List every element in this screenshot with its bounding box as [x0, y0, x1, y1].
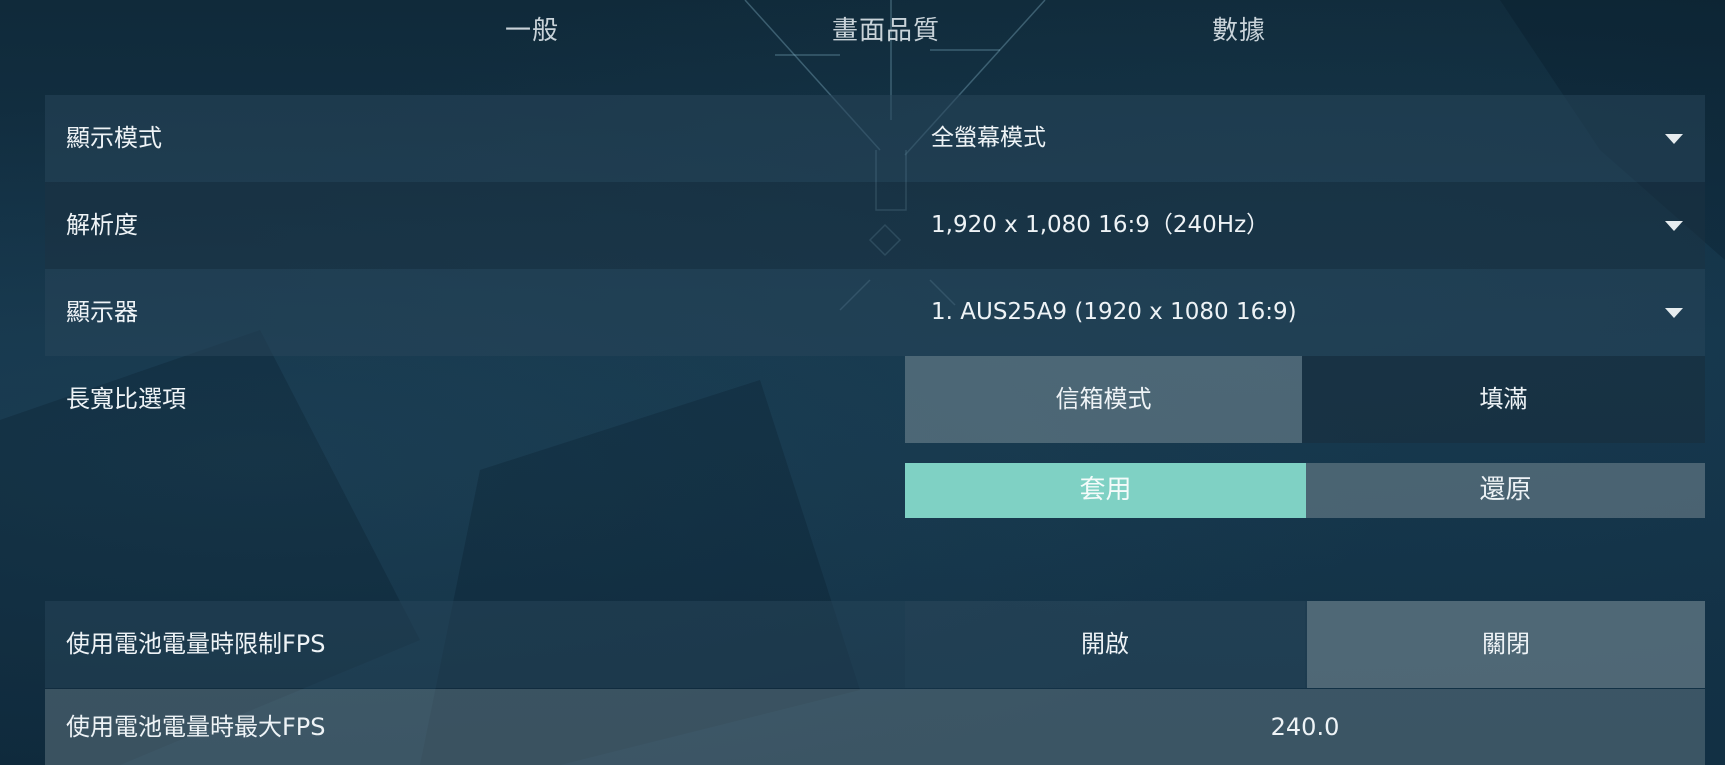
limit-fps-battery-label: 使用電池電量時限制FPS	[66, 630, 326, 658]
max-fps-battery-value[interactable]: 240.0	[905, 689, 1705, 765]
limit-fps-off-button[interactable]: 關閉	[1307, 601, 1705, 688]
aspect-ratio-row: 長寬比選項 信箱模式 填滿	[45, 356, 1705, 443]
caret-down-icon	[1665, 308, 1683, 318]
max-fps-battery-label: 使用電池電量時最大FPS	[66, 713, 326, 741]
display-mode-value: 全螢幕模式	[931, 125, 1046, 151]
display-mode-label: 顯示模式	[66, 124, 162, 152]
monitor-value: 1. AUS25A9 (1920 x 1080 16:9)	[931, 299, 1297, 325]
monitor-label: 顯示器	[66, 298, 138, 326]
limit-fps-battery-row: 使用電池電量時限制FPS 開啟 關閉	[45, 601, 1705, 688]
aspect-letterbox-button[interactable]: 信箱模式	[905, 356, 1302, 443]
tab-video-quality[interactable]: 畫面品質	[832, 10, 940, 47]
settings-tabs: 一般 畫面品質 數據	[0, 0, 1725, 70]
limit-fps-on-button[interactable]: 開啟	[905, 601, 1305, 688]
display-mode-row: 顯示模式 全螢幕模式	[45, 95, 1705, 182]
tab-general[interactable]: 一般	[505, 10, 559, 47]
monitor-dropdown[interactable]: 1. AUS25A9 (1920 x 1080 16:9)	[905, 269, 1705, 356]
apply-button[interactable]: 套用	[905, 463, 1306, 518]
resolution-dropdown[interactable]: 1,920 x 1,080 16:9（240Hz）	[905, 182, 1705, 269]
resolution-label: 解析度	[66, 211, 138, 239]
monitor-row: 顯示器 1. AUS25A9 (1920 x 1080 16:9)	[45, 269, 1705, 356]
caret-down-icon	[1665, 221, 1683, 231]
revert-button[interactable]: 還原	[1306, 463, 1705, 518]
action-buttons: 套用 還原	[905, 463, 1705, 518]
aspect-ratio-label: 長寬比選項	[66, 385, 186, 413]
max-fps-battery-row: 使用電池電量時最大FPS 240.0	[45, 689, 1705, 765]
tab-stats[interactable]: 數據	[1212, 10, 1266, 47]
resolution-value: 1,920 x 1,080 16:9（240Hz）	[931, 212, 1270, 238]
aspect-fill-button[interactable]: 填滿	[1302, 356, 1705, 443]
display-mode-dropdown[interactable]: 全螢幕模式	[905, 95, 1705, 182]
resolution-row: 解析度 1,920 x 1,080 16:9（240Hz）	[45, 182, 1705, 269]
caret-down-icon	[1665, 134, 1683, 144]
